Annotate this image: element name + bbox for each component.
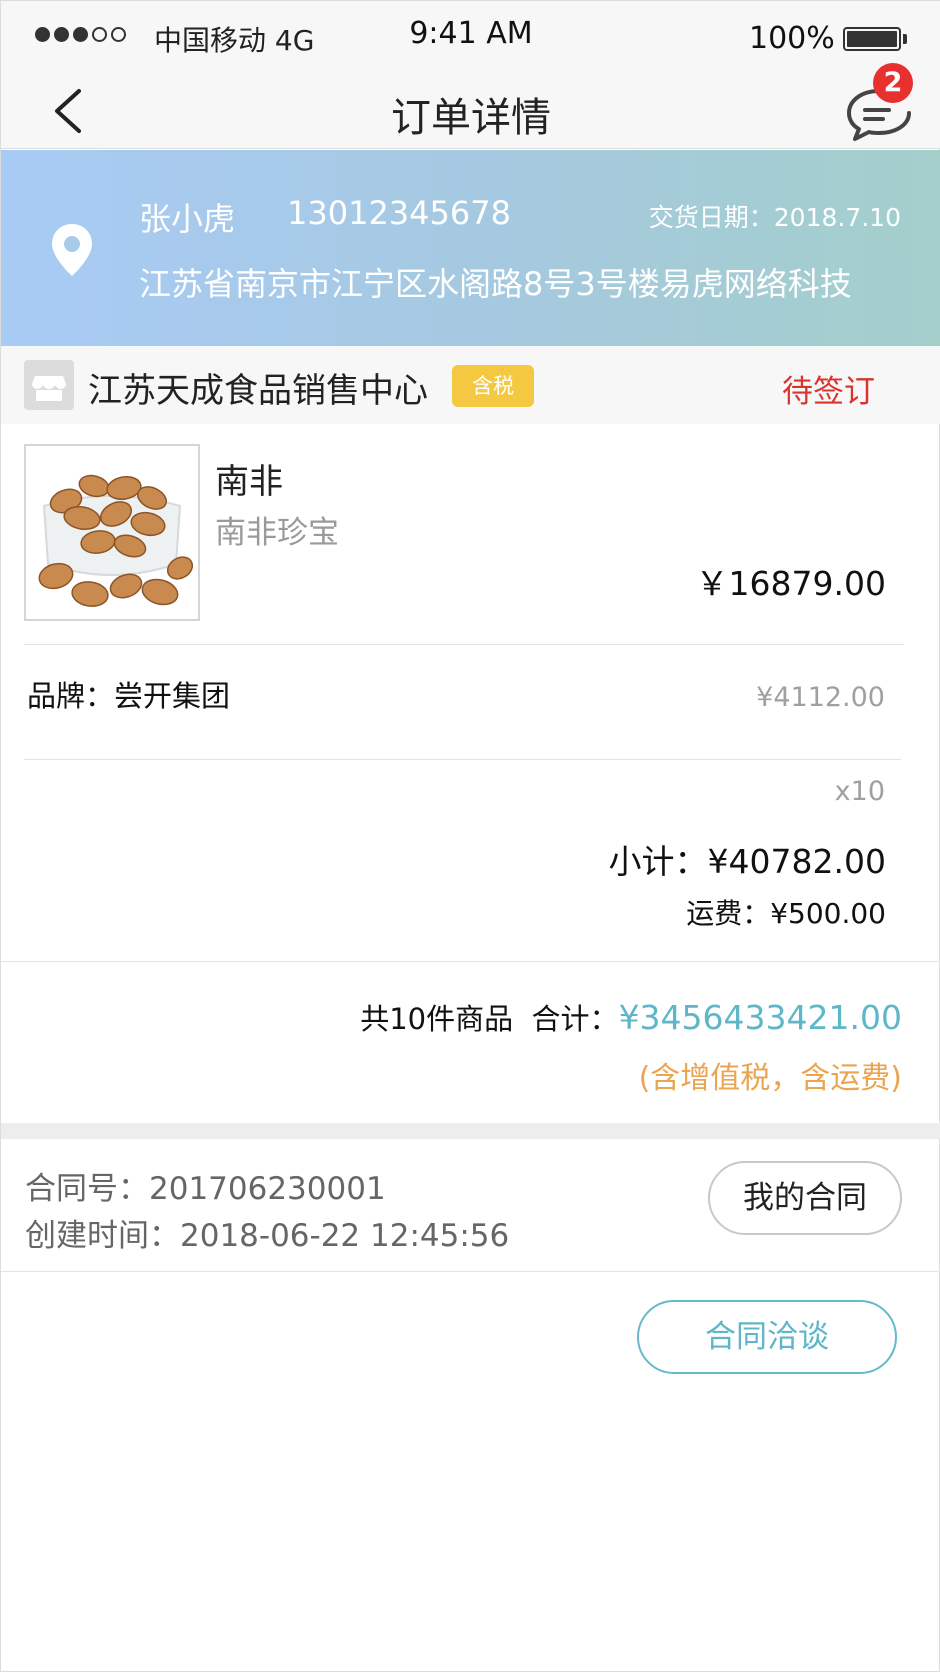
order-detail-screen: 中国移动 4G 9:41 AM 100% 订单详情 2 张小虎 13012345 xyxy=(0,0,940,1672)
product-brand: 品牌：尝开集团 xyxy=(27,679,231,713)
store-name: 江苏天成食品销售中心 xyxy=(88,371,428,411)
battery-tip xyxy=(903,34,907,44)
total-amount: ¥3456433421.00 xyxy=(618,998,902,1037)
contract-negotiation-button[interactable]: 合同洽谈 xyxy=(637,1300,897,1374)
order-total: 共10件商品 合计：¥3456433421.00 xyxy=(360,996,902,1038)
subtotal: 小计：¥40782.00 xyxy=(608,842,886,881)
receiver-phone: 13012345678 xyxy=(287,194,511,232)
order-status: 待签订 xyxy=(782,374,875,410)
receiver-name: 张小虎 xyxy=(139,200,236,238)
quantity: x10 xyxy=(834,776,885,807)
address-banner[interactable]: 张小虎 13012345678 交货日期：2018.7.10 江苏省南京市江宁区… xyxy=(1,150,940,346)
page-title: 订单详情 xyxy=(391,95,551,141)
freight: 运费：¥500.00 xyxy=(686,897,886,930)
divider xyxy=(1,1271,940,1272)
receiver-address: 江苏省南京市江宁区水阁路8号3号楼易虎网络科技 xyxy=(139,265,852,303)
tax-included-tag: 含税 xyxy=(452,365,534,407)
created-time: 创建时间：2018-06-22 12:45:56 xyxy=(25,1218,510,1254)
my-contract-button[interactable]: 我的合同 xyxy=(708,1161,902,1235)
product-subtitle: 南非珍宝 xyxy=(215,515,339,551)
battery-icon xyxy=(843,27,901,51)
delivery-date: 交货日期：2018.7.10 xyxy=(648,203,901,232)
divider xyxy=(24,759,901,760)
product-price: ￥16879.00 xyxy=(695,564,886,603)
store-row[interactable]: 江苏天成食品销售中心 含税 待签订 xyxy=(1,346,940,424)
unit-price: ¥4112.00 xyxy=(756,682,885,713)
nav-bar: 订单详情 xyxy=(1,71,940,149)
tax-note: (含增值税，含运费) xyxy=(638,1061,902,1096)
product-name: 南非 xyxy=(215,462,283,502)
section-separator xyxy=(1,1123,940,1139)
product-image[interactable] xyxy=(24,444,200,621)
unread-badge: 2 xyxy=(873,63,913,103)
divider xyxy=(1,961,940,962)
divider xyxy=(24,644,904,645)
contract-number: 合同号：201706230001 xyxy=(25,1171,386,1207)
battery-percent: 100% xyxy=(749,21,835,56)
status-bar: 中国移动 4G 9:41 AM 100% xyxy=(1,1,940,71)
total-summary-label: 共10件商品 合计： xyxy=(360,1002,619,1036)
store-icon xyxy=(24,360,74,410)
location-pin-icon xyxy=(52,224,92,276)
